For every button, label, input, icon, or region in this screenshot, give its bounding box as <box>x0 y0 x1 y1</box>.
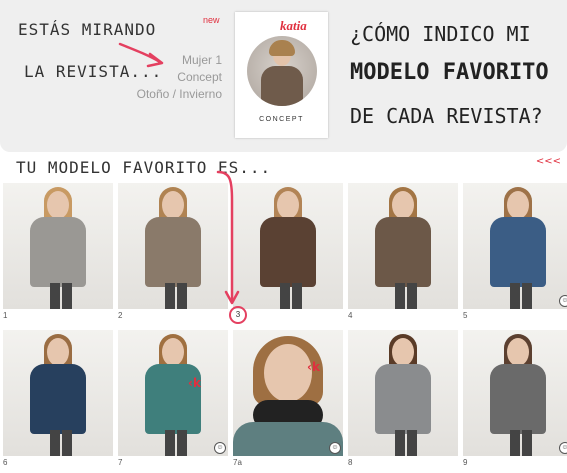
cover-photo <box>247 36 317 106</box>
magazine-title: Mujer 1 <box>181 53 222 67</box>
favorite-subheading: Tu modelo favorito es... <box>16 158 272 177</box>
model-thumbnail[interactable] <box>348 330 458 456</box>
face-icon: ☺ <box>329 442 341 454</box>
model-number: 1 <box>3 311 8 320</box>
model-thumbnail[interactable] <box>3 183 113 309</box>
model-number: 6 <box>3 458 8 467</box>
looking-label-line1: Estás mirando <box>18 20 157 39</box>
question-line2: modelo favorito <box>350 60 549 85</box>
face-icon: ☺ <box>559 295 567 307</box>
model-number: 2 <box>118 311 123 320</box>
model-number: 9 <box>463 458 468 467</box>
model-thumbnail[interactable] <box>463 183 567 309</box>
model-number: 7a <box>233 458 242 467</box>
model-number: 5 <box>463 311 468 320</box>
model-thumbnail[interactable] <box>233 330 343 456</box>
new-label: new <box>203 15 220 25</box>
model-thumbnail[interactable] <box>233 183 343 309</box>
model-number: 8 <box>348 458 353 467</box>
model-thumbnail[interactable] <box>3 330 113 456</box>
model-thumbnail[interactable] <box>348 183 458 309</box>
magazine-season: Otoño / Invierno <box>136 87 222 101</box>
model-thumbnail[interactable] <box>118 330 228 456</box>
katia-mark-icon: ‹k <box>188 376 201 390</box>
favorite-indicator[interactable]: 3 <box>229 306 247 324</box>
header-panel: Estás mirando la revista... new Mujer 1 … <box>0 0 567 152</box>
question-line1: ¿Cómo indico mi <box>350 22 531 46</box>
model-number: 4 <box>348 311 353 320</box>
question-line3: de cada revista? <box>350 104 543 128</box>
model-thumbnail[interactable] <box>118 183 228 309</box>
model-thumbnail[interactable] <box>463 330 567 456</box>
cover-title: CONCEPT <box>259 116 304 123</box>
magazine-name: Concept <box>177 70 222 84</box>
model-number: 7 <box>118 458 123 467</box>
face-icon: ☺ <box>559 442 567 454</box>
face-icon: ☺ <box>214 442 226 454</box>
magazine-info: Mujer 1 Concept Otoño / Invierno <box>137 52 222 103</box>
katia-mark-icon: ‹k <box>307 360 320 374</box>
magazine-cover[interactable]: katia CONCEPT <box>235 12 328 138</box>
cover-brand-logo: katia <box>280 18 307 33</box>
previous-button[interactable]: <<< <box>536 156 561 167</box>
